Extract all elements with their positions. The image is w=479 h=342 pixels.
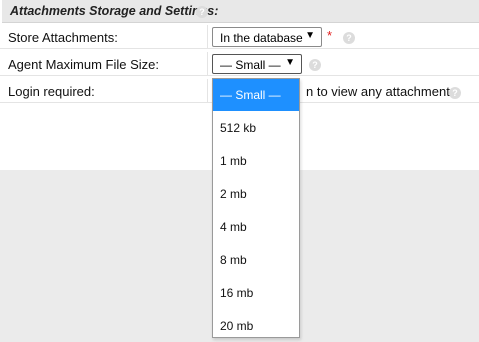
section-title: Attachments Storage and Settings: [10, 4, 219, 18]
help-icon[interactable]: ? [343, 32, 355, 44]
dropdown-option[interactable]: 512 kb [213, 112, 299, 144]
store-attachments-value: In the database [220, 31, 303, 45]
required-marker: * [327, 28, 333, 43]
login-required-label: Login required: [8, 84, 95, 99]
help-icon[interactable]: ? [309, 59, 321, 71]
store-attachments-label: Store Attachments: [8, 30, 118, 45]
dropdown-option[interactable]: 16 mb [213, 277, 299, 309]
label-cell: Store Attachments: [0, 25, 208, 48]
max-file-size-value: — Small — [220, 58, 281, 72]
dropdown-option[interactable]: 2 mb [213, 178, 299, 210]
dropdown-option[interactable]: 20 mb [213, 310, 299, 342]
label-cell: Login required: [0, 79, 208, 102]
dropdown-option[interactable]: 1 mb [213, 145, 299, 177]
help-icon[interactable]: ? [449, 87, 461, 99]
dropdown-option[interactable]: 4 mb [213, 211, 299, 243]
help-icon[interactable]: ? [196, 6, 208, 18]
max-file-size-row: Agent Maximum File Size: — Small — ▼ ? [0, 52, 479, 76]
dropdown-option[interactable]: 8 mb [213, 244, 299, 276]
login-required-description: n to view any attachments [306, 84, 457, 99]
section-header: Attachments Storage and Settings: ? [2, 0, 479, 23]
label-cell: Agent Maximum File Size: [0, 52, 208, 75]
store-attachments-row: Store Attachments: In the database ▼ * ? [0, 25, 479, 49]
dropdown-arrow-icon: ▼ [305, 30, 315, 41]
file-size-dropdown-list[interactable]: — Small — 512 kb 1 mb 2 mb 4 mb 8 mb 16 … [212, 78, 300, 338]
store-attachments-select[interactable]: In the database ▼ [212, 27, 322, 47]
dropdown-option[interactable]: — Small — [213, 79, 299, 111]
max-file-size-select[interactable]: — Small — ▼ [212, 54, 302, 74]
max-file-size-label: Agent Maximum File Size: [8, 57, 159, 72]
dropdown-arrow-icon: ▼ [285, 57, 295, 68]
